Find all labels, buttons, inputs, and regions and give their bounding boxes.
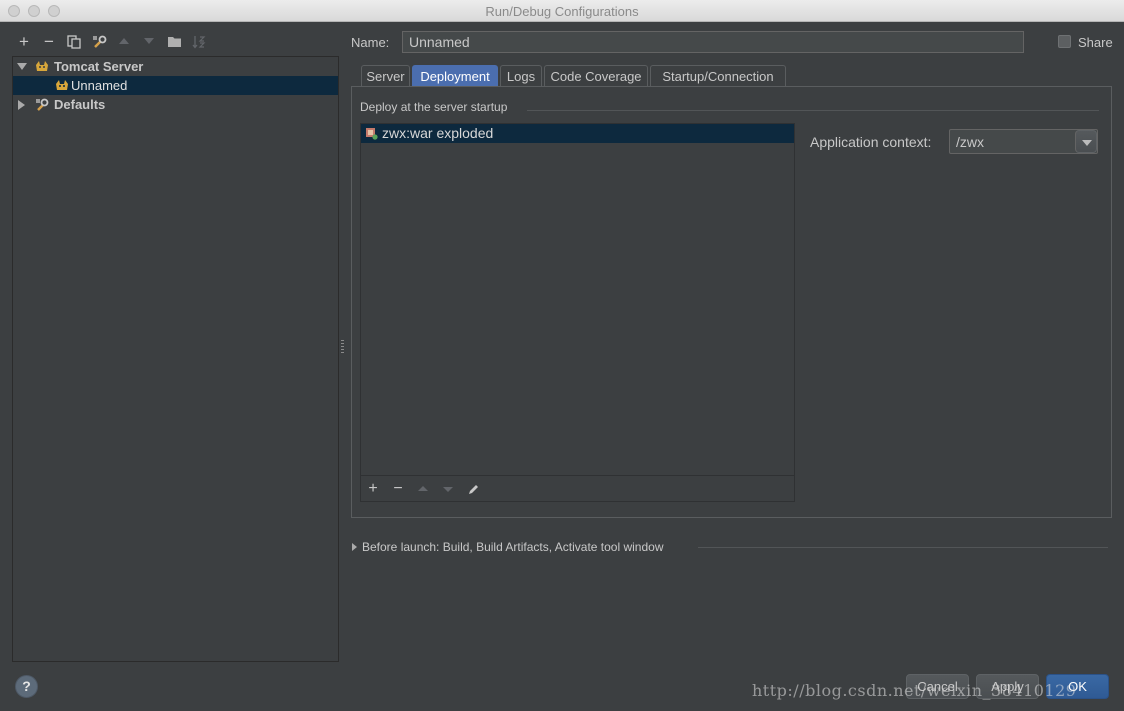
add-configuration-button[interactable]: + — [15, 32, 33, 52]
sort-icon — [192, 36, 206, 49]
tab-server[interactable]: Server — [361, 65, 410, 87]
move-down-icon — [144, 38, 154, 44]
tree-item-label: Unnamed — [71, 78, 128, 93]
section-divider — [527, 110, 1099, 111]
name-input[interactable] — [402, 31, 1024, 53]
artifact-list-toolbar: + − — [361, 475, 794, 501]
pencil-icon — [468, 485, 478, 494]
watermark-text: http://blog.csdn.net/weixin_38410129 — [752, 681, 1077, 700]
artifact-icon — [366, 128, 378, 140]
name-label: Name: — [351, 35, 390, 50]
tab-logs[interactable]: Logs — [500, 65, 542, 87]
share-checkbox[interactable] — [1058, 35, 1071, 48]
remove-icon: − — [44, 32, 54, 51]
section-title: Deploy at the server startup — [360, 100, 508, 114]
move-up-button[interactable] — [115, 32, 133, 52]
expand-arrow-icon[interactable] — [17, 63, 27, 70]
edit-defaults-button[interactable] — [90, 32, 108, 52]
tab-code-coverage[interactable]: Code Coverage — [544, 65, 648, 87]
help-button[interactable]: ? — [15, 675, 38, 698]
move-up-button[interactable] — [414, 479, 432, 499]
copy-icon — [67, 35, 81, 49]
edit-artifact-button[interactable] — [464, 479, 482, 499]
tab-startup-connection[interactable]: Startup/Connection — [650, 65, 786, 87]
tree-item-unnamed[interactable]: Unnamed — [13, 76, 338, 95]
expand-arrow-icon[interactable] — [352, 543, 357, 551]
tomcat-icon — [56, 80, 68, 90]
add-artifact-button[interactable]: + — [364, 479, 382, 499]
tab-deployment[interactable]: Deployment — [412, 65, 498, 87]
window-title: Run/Debug Configurations — [485, 4, 639, 19]
title-bar: Run/Debug Configurations — [0, 0, 1124, 22]
tomcat-icon — [36, 61, 48, 71]
tree-item-defaults[interactable]: Defaults — [13, 95, 338, 114]
share-label: Share — [1078, 35, 1113, 50]
add-icon: + — [19, 32, 29, 51]
expand-arrow-icon[interactable] — [18, 100, 25, 110]
artifact-list[interactable]: zwx:war exploded + − — [360, 123, 795, 502]
chevron-down-icon[interactable] — [1075, 130, 1097, 153]
remove-artifact-button[interactable]: − — [389, 479, 407, 499]
application-context-value: /zwx — [956, 134, 984, 150]
deployment-panel: Deploy at the server startup zwx:war exp… — [351, 86, 1112, 518]
create-folder-button[interactable] — [165, 32, 183, 52]
wrench-icon — [36, 98, 49, 111]
application-context-label: Application context: — [810, 134, 932, 150]
before-launch-divider — [698, 547, 1108, 548]
artifact-label: zwx:war exploded — [382, 125, 494, 141]
remove-configuration-button[interactable]: − — [40, 32, 58, 52]
before-launch-label[interactable]: Before launch: Build, Build Artifacts, A… — [362, 540, 664, 554]
wrench-icon — [92, 35, 106, 48]
sort-button[interactable] — [190, 32, 208, 52]
move-down-icon — [443, 487, 453, 492]
folder-icon — [167, 37, 181, 47]
move-up-icon — [418, 486, 428, 491]
move-down-button[interactable] — [439, 479, 457, 499]
copy-configuration-button[interactable] — [65, 32, 83, 52]
remove-icon: − — [393, 480, 403, 497]
tree-item-label: Defaults — [54, 97, 106, 112]
tree-item-tomcat-server[interactable]: Tomcat Server — [13, 57, 338, 76]
configuration-tree[interactable]: Tomcat Server Unnamed Defaults — [12, 56, 339, 662]
tree-item-label: Tomcat Server — [54, 59, 144, 74]
splitter-handle[interactable] — [341, 340, 344, 354]
application-context-combo[interactable]: /zwx — [949, 129, 1098, 154]
move-down-button[interactable] — [140, 32, 158, 52]
list-item-artifact[interactable]: zwx:war exploded — [361, 124, 794, 143]
move-up-icon — [119, 38, 129, 44]
add-icon: + — [368, 480, 378, 497]
